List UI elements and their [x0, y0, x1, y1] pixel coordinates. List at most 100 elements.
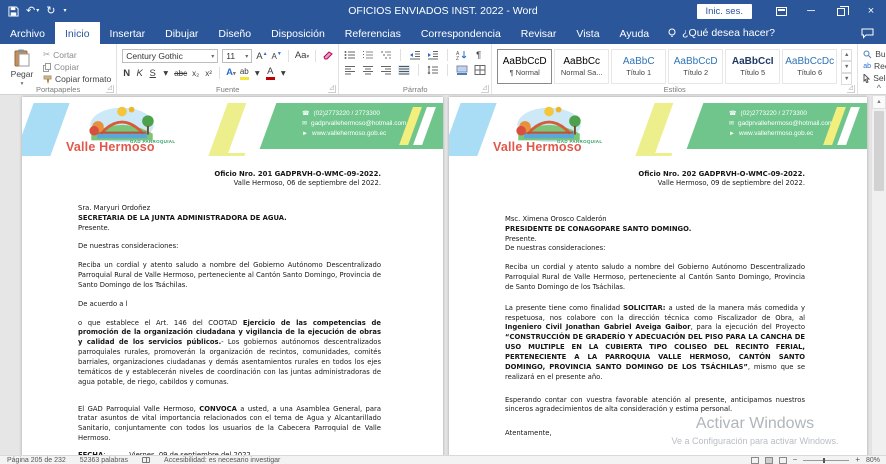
tab-referencias[interactable]: Referencias [335, 22, 411, 44]
ribbon-tab-bar: Archivo Inicio Insertar Dibujar Diseño D… [0, 22, 886, 44]
superscript-button[interactable]: x² [204, 68, 213, 79]
replace-button[interactable]: abReemplazar [863, 61, 886, 71]
word-count[interactable]: 52363 palabras [73, 456, 135, 464]
paragraph: o que establece el Art. 146 del COOTAD E… [78, 319, 381, 388]
close-button[interactable]: × [856, 0, 886, 22]
tab-diseno[interactable]: Diseño [208, 22, 261, 44]
zoom-in-icon[interactable]: + [855, 456, 860, 464]
strikethrough-button[interactable]: abc [174, 68, 187, 79]
vertical-scrollbar[interactable]: ▲ [871, 95, 886, 455]
redo-button[interactable]: ↻ [46, 6, 55, 17]
select-button[interactable]: Seleccionar▾ [863, 73, 886, 83]
shading-icon[interactable] [456, 65, 468, 75]
copy-button[interactable]: Copiar [43, 62, 111, 72]
styles-scroll-up-icon[interactable]: ▲ [841, 49, 852, 61]
style-titulo-6[interactable]: AaBbCcDcTítulo 6 [782, 49, 837, 84]
tab-insertar[interactable]: Insertar [100, 22, 156, 44]
decrease-indent-icon[interactable] [409, 50, 421, 60]
styles-more-icon[interactable]: ▼ [841, 73, 852, 85]
group-estilos: AaBbCcD¶ Normal AaBbCcNormal Sa... AaBbC… [492, 44, 858, 94]
style-titulo-5[interactable]: AaBbCcITítulo 5 [725, 49, 780, 84]
tab-ayuda[interactable]: Ayuda [610, 22, 660, 44]
italic-button[interactable]: K [135, 68, 144, 79]
read-mode-icon[interactable] [751, 457, 759, 464]
format-painter-button[interactable]: Copiar formato [43, 74, 111, 84]
subscript-button[interactable]: x₂ [191, 68, 200, 79]
numbering-icon[interactable] [362, 50, 374, 60]
web-layout-icon[interactable] [779, 457, 787, 464]
zoom-out-icon[interactable]: − [793, 456, 798, 464]
tab-archivo[interactable]: Archivo [0, 22, 55, 44]
letterhead-banner: GAD PARROQUIAL Valle Hermoso ☎(02)277322… [22, 103, 443, 156]
sign-in-button[interactable]: Inic. ses. [697, 4, 753, 19]
paste-button[interactable]: Pegar ▾ [5, 47, 39, 87]
bullets-icon[interactable] [344, 50, 356, 60]
align-left-icon[interactable] [344, 65, 356, 75]
shrink-font-button[interactable]: A▼ [272, 49, 282, 62]
align-center-icon[interactable] [362, 65, 374, 75]
proofing-status[interactable] [135, 456, 157, 464]
increase-indent-icon[interactable] [427, 50, 439, 60]
zoom-slider-thumb[interactable] [823, 458, 825, 463]
zoom-slider[interactable] [803, 460, 849, 461]
align-right-icon[interactable] [380, 65, 392, 75]
tab-correspondencia[interactable]: Correspondencia [411, 22, 511, 44]
sort-icon[interactable]: AZ [456, 50, 468, 60]
find-button[interactable]: Buscar▾ [863, 49, 886, 59]
page-indicator[interactable]: Página 205 de 232 [0, 456, 73, 464]
line-spacing-icon[interactable] [427, 65, 439, 75]
show-marks-button[interactable]: ¶ [474, 50, 483, 61]
clear-formatting-button[interactable] [322, 50, 333, 63]
underline-dropdown-icon[interactable]: ▾ [161, 68, 170, 79]
print-layout-icon[interactable] [765, 457, 773, 464]
tab-dibujar[interactable]: Dibujar [155, 22, 208, 44]
highlight-dropdown-icon[interactable]: ▾ [253, 68, 262, 79]
recipient-presente: Presente. [505, 235, 805, 245]
tell-me-box[interactable]: ¿Qué desea hacer? [659, 22, 783, 44]
grow-font-button[interactable]: A▲ [256, 49, 267, 62]
undo-button[interactable]: ↶▾ [26, 6, 39, 17]
style-normal-sa[interactable]: AaBbCcNormal Sa... [554, 49, 609, 84]
text-effects-button[interactable]: A▾ [226, 67, 236, 80]
collapse-ribbon-icon[interactable]: ^ [877, 83, 881, 93]
justify-icon[interactable] [398, 65, 410, 75]
bold-button[interactable]: N [122, 68, 131, 79]
customize-qat-icon[interactable]: ▾ [63, 8, 66, 14]
style-titulo-2[interactable]: AaBbCcDTítulo 2 [668, 49, 723, 84]
paragraph-dialog-launcher[interactable]: ◿ [481, 85, 489, 93]
styles-dialog-launcher[interactable]: ◿ [847, 85, 855, 93]
tab-inicio[interactable]: Inicio [55, 22, 100, 44]
tab-revisar[interactable]: Revisar [511, 22, 567, 44]
change-case-button[interactable]: Aa▾ [295, 50, 309, 63]
tab-vista[interactable]: Vista [566, 22, 609, 44]
tab-disposicion[interactable]: Disposición [261, 22, 335, 44]
scrollbar-thumb[interactable] [874, 111, 884, 191]
multilevel-list-icon[interactable] [380, 50, 392, 60]
highlight-button[interactable]: ab [240, 66, 249, 80]
accessibility-status[interactable]: Accesibilidad: es necesario investigar [157, 456, 287, 464]
styles-scroll-down-icon[interactable]: ▼ [841, 61, 852, 73]
font-color-dropdown-icon[interactable]: ▾ [279, 68, 288, 79]
contact-band: ☎(02)2773220 / 2773300 ✉gadprvallehermos… [677, 103, 867, 149]
style-normal[interactable]: AaBbCcD¶ Normal [497, 49, 552, 84]
cut-button[interactable]: ✂Cortar [43, 49, 111, 60]
zoom-level[interactable]: 80% [866, 456, 880, 464]
clipboard-dialog-launcher[interactable]: ◿ [106, 85, 114, 93]
underline-button[interactable]: S [148, 68, 157, 79]
restore-button[interactable] [826, 0, 856, 22]
ribbon-display-options-button[interactable] [766, 0, 796, 22]
font-dialog-launcher[interactable]: ◿ [328, 85, 336, 93]
paragraph: El GAD Parroquial Valle Hermoso, CONVOCA… [78, 405, 381, 444]
style-titulo-1[interactable]: AaBbCTítulo 1 [611, 49, 666, 84]
comment-icon[interactable] [861, 28, 874, 39]
font-size-combobox[interactable]: 11▾ [222, 49, 252, 63]
save-icon[interactable] [8, 6, 19, 17]
font-color-button[interactable]: A [266, 66, 275, 80]
scroll-up-icon[interactable]: ▲ [872, 95, 886, 109]
search-icon [863, 50, 872, 59]
minimize-button[interactable]: ─ [796, 0, 826, 22]
letterhead-banner: GAD PARROQUIAL Valle Hermoso ☎(02)277322… [449, 103, 867, 156]
salutation: De nuestras consideraciones: [78, 242, 381, 252]
borders-icon[interactable] [474, 65, 486, 75]
font-name-combobox[interactable]: Century Gothic▾ [122, 49, 218, 63]
